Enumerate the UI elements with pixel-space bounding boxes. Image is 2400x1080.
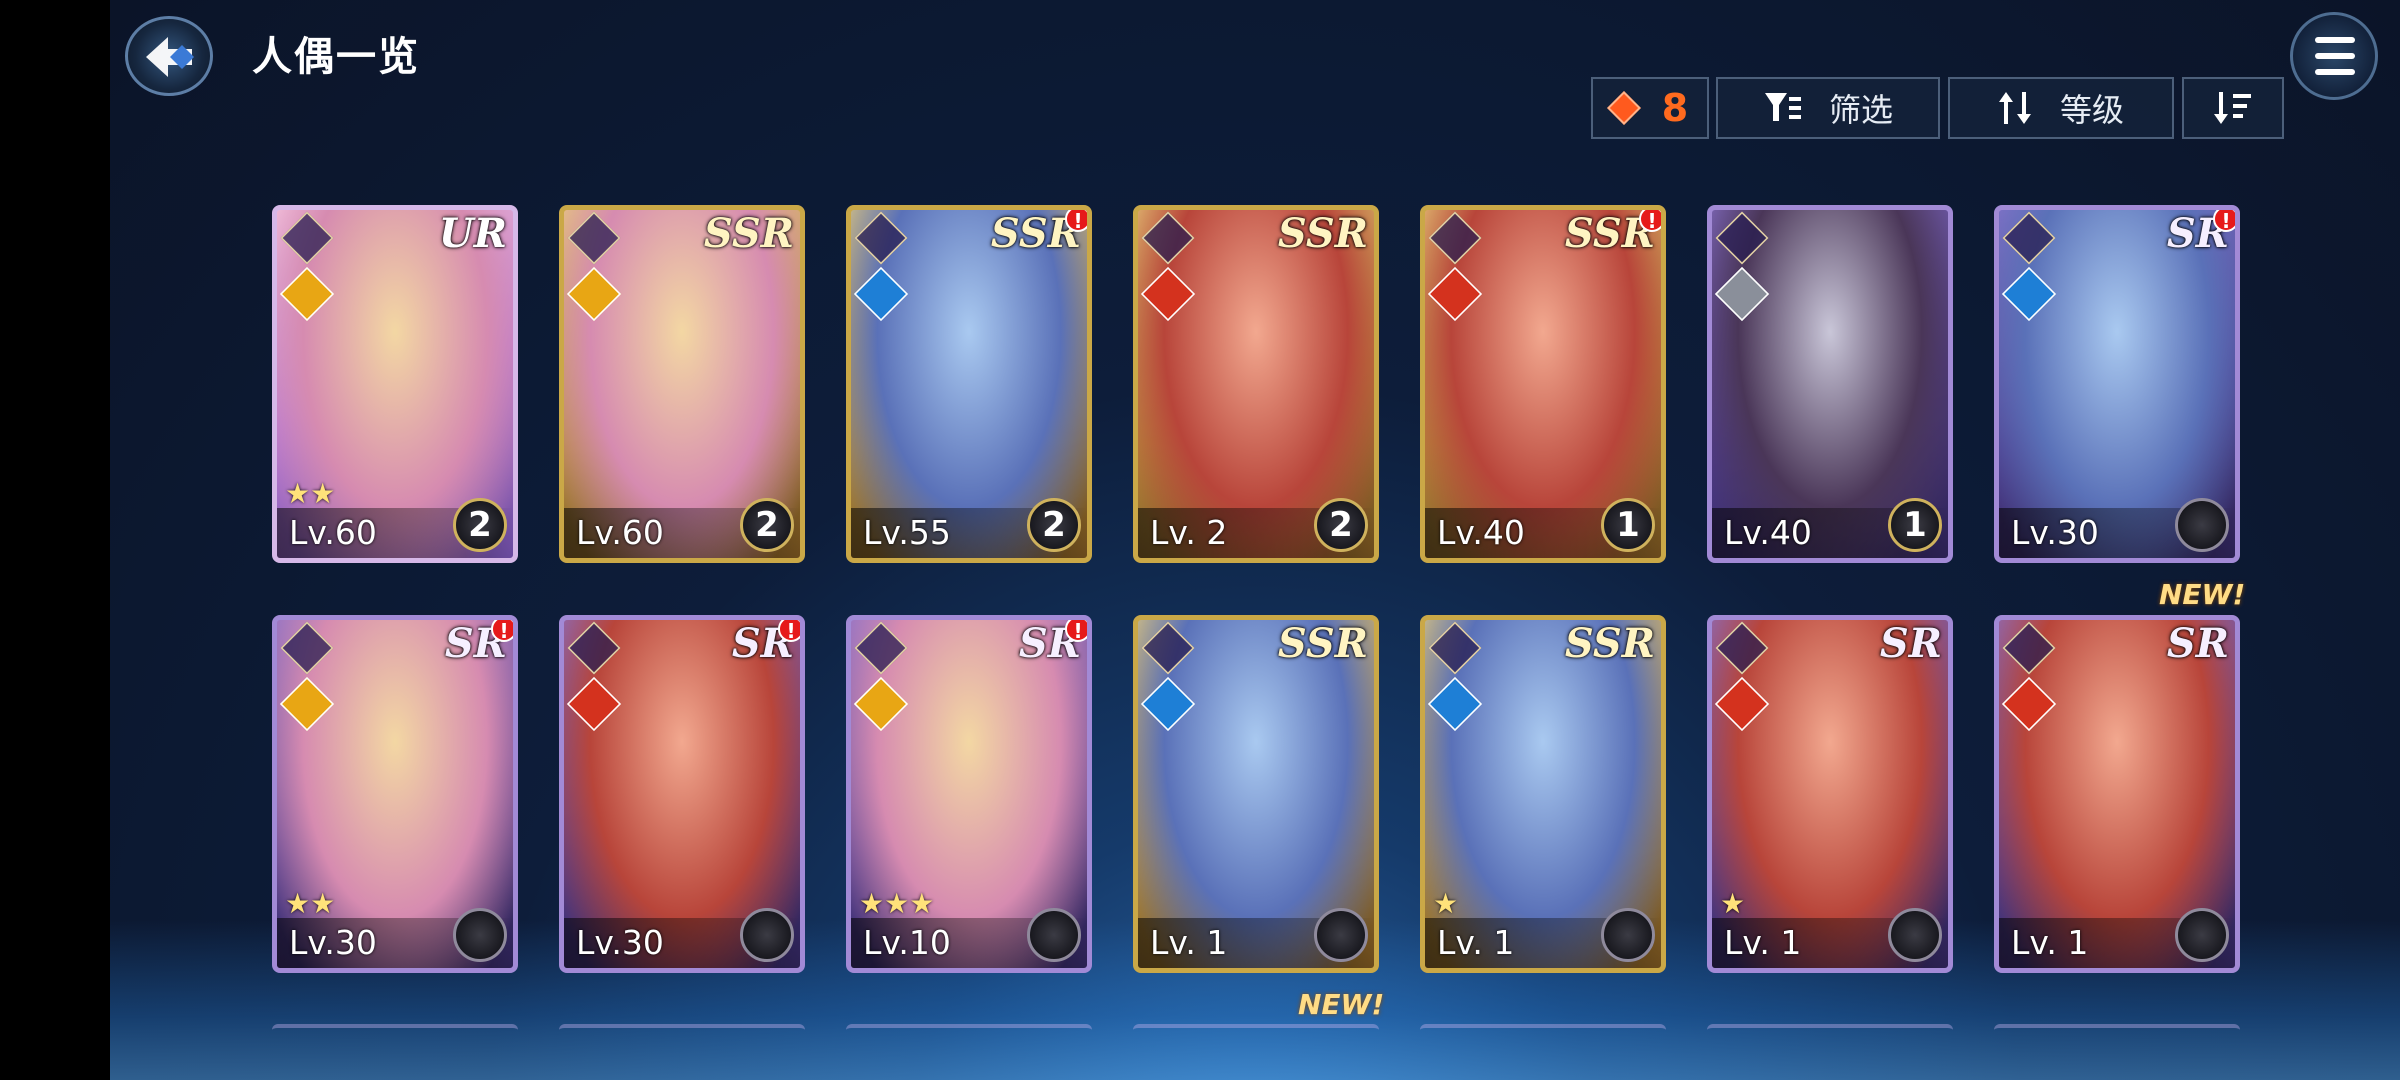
card-partial[interactable]	[1707, 1024, 1953, 1046]
rank-badge-icon	[2175, 498, 2229, 552]
level-label: Lv.55	[863, 513, 951, 552]
star-rating: ★★	[285, 477, 336, 510]
card-partial[interactable]	[559, 1024, 805, 1046]
level-label: Lv.30	[2011, 513, 2099, 552]
diamond-icon	[1606, 91, 1641, 125]
hamburger-menu-icon-bar	[2315, 53, 2355, 59]
rank-badge-icon: 2	[453, 498, 507, 552]
rank-badge-icon	[1888, 908, 1942, 962]
alert-badge-icon: !	[491, 620, 513, 643]
level-label: Lv. 2	[1150, 513, 1228, 552]
rank-badge-icon: 2	[1314, 498, 1368, 552]
rarity-label: SSR	[1564, 620, 1655, 667]
character-card[interactable]: SSR ★ Lv. 1	[1420, 615, 1666, 973]
card-partial[interactable]	[1133, 1024, 1379, 1046]
card-partial[interactable]	[272, 1024, 518, 1046]
card-partial[interactable]	[1420, 1024, 1666, 1046]
character-card[interactable]: SR Lv. 1	[1994, 615, 2240, 973]
rank-badge-icon	[1314, 908, 1368, 962]
filter-button[interactable]: 筛选	[1716, 77, 1940, 139]
star-rating: ★★	[285, 887, 336, 920]
alert-badge-icon: !	[1639, 210, 1661, 233]
character-card[interactable]: SR ★★★ Lv.10!	[846, 615, 1092, 973]
alert-badge-icon: !	[2213, 210, 2235, 233]
sort-order-button[interactable]	[2182, 77, 2284, 139]
rarity-label: SR	[1879, 620, 1942, 667]
alert-badge-icon: !	[778, 620, 800, 643]
character-card[interactable]: SR ★ Lv. 1	[1707, 615, 1953, 973]
level-label: Lv. 1	[2011, 923, 2089, 962]
rarity-label: SSR	[1277, 620, 1368, 667]
character-card[interactable]: SR Lv.30!	[559, 615, 805, 973]
page-title: 人偶一览	[252, 34, 420, 80]
sort-swap-icon	[1998, 92, 2031, 124]
alert-badge-icon: !	[1065, 620, 1087, 643]
level-label: Lv. 1	[1437, 923, 1515, 962]
menu-button[interactable]	[2290, 12, 2378, 100]
unit-count-indicator: 8	[1591, 77, 1709, 139]
character-card[interactable]: Lv.40 1	[1707, 205, 1953, 563]
back-button[interactable]	[125, 16, 213, 96]
character-card[interactable]: SR ★★ Lv.30!	[272, 615, 518, 973]
rank-badge-icon: 2	[1027, 498, 1081, 552]
rank-badge-icon: 1	[1888, 498, 1942, 552]
level-label: Lv.60	[576, 513, 664, 552]
character-card[interactable]: SSR Lv.60 2	[559, 205, 805, 563]
rank-badge-icon: 1	[1601, 498, 1655, 552]
level-label: Lv.30	[289, 923, 377, 962]
back-arrow-icon	[146, 37, 194, 77]
rank-badge-icon	[1027, 908, 1081, 962]
star-rating: ★	[1433, 887, 1459, 920]
hamburger-menu-icon	[2315, 37, 2355, 43]
character-card[interactable]: SR Lv.30!	[1994, 205, 2240, 563]
character-card[interactable]: SSR Lv.40 1!	[1420, 205, 1666, 563]
character-card[interactable]: SSR Lv. 2 2	[1133, 205, 1379, 563]
rarity-label: UR	[438, 210, 507, 257]
rarity-label: SSR	[703, 210, 794, 257]
level-label: Lv.40	[1724, 513, 1812, 552]
rarity-label: SSR	[1277, 210, 1368, 257]
rank-badge-icon: 2	[740, 498, 794, 552]
filter-icon	[1764, 93, 1801, 121]
rank-badge-icon	[1601, 908, 1655, 962]
hamburger-menu-icon-bar	[2315, 69, 2355, 75]
new-tag: NEW!	[2159, 578, 2246, 611]
level-label: Lv. 1	[1724, 923, 1802, 962]
star-rating: ★	[1720, 887, 1746, 920]
level-label: Lv.60	[289, 513, 377, 552]
card-partial[interactable]	[1994, 1024, 2240, 1046]
unit-count: 8	[1661, 86, 1689, 130]
rank-badge-icon	[740, 908, 794, 962]
character-card[interactable]: SSR Lv. 1	[1133, 615, 1379, 973]
sort-label: 等级	[2059, 91, 2124, 129]
sort-descending-icon	[2214, 92, 2251, 124]
character-card[interactable]: UR ★★ Lv.60 2	[272, 205, 518, 563]
rank-badge-icon	[453, 908, 507, 962]
alert-badge-icon: !	[1065, 210, 1087, 233]
sort-by-level-button[interactable]: 等级	[1948, 77, 2174, 139]
level-label: Lv. 1	[1150, 923, 1228, 962]
rarity-label: SR	[2166, 620, 2229, 667]
character-card[interactable]: SSR Lv.55 2!	[846, 205, 1092, 563]
level-label: Lv.40	[1437, 513, 1525, 552]
level-label: Lv.10	[863, 923, 951, 962]
new-tag: NEW!	[1298, 988, 1385, 1021]
rank-badge-icon	[2175, 908, 2229, 962]
filter-label: 筛选	[1828, 91, 1893, 129]
star-rating: ★★★	[859, 887, 935, 920]
card-partial[interactable]	[846, 1024, 1092, 1046]
level-label: Lv.30	[576, 923, 664, 962]
